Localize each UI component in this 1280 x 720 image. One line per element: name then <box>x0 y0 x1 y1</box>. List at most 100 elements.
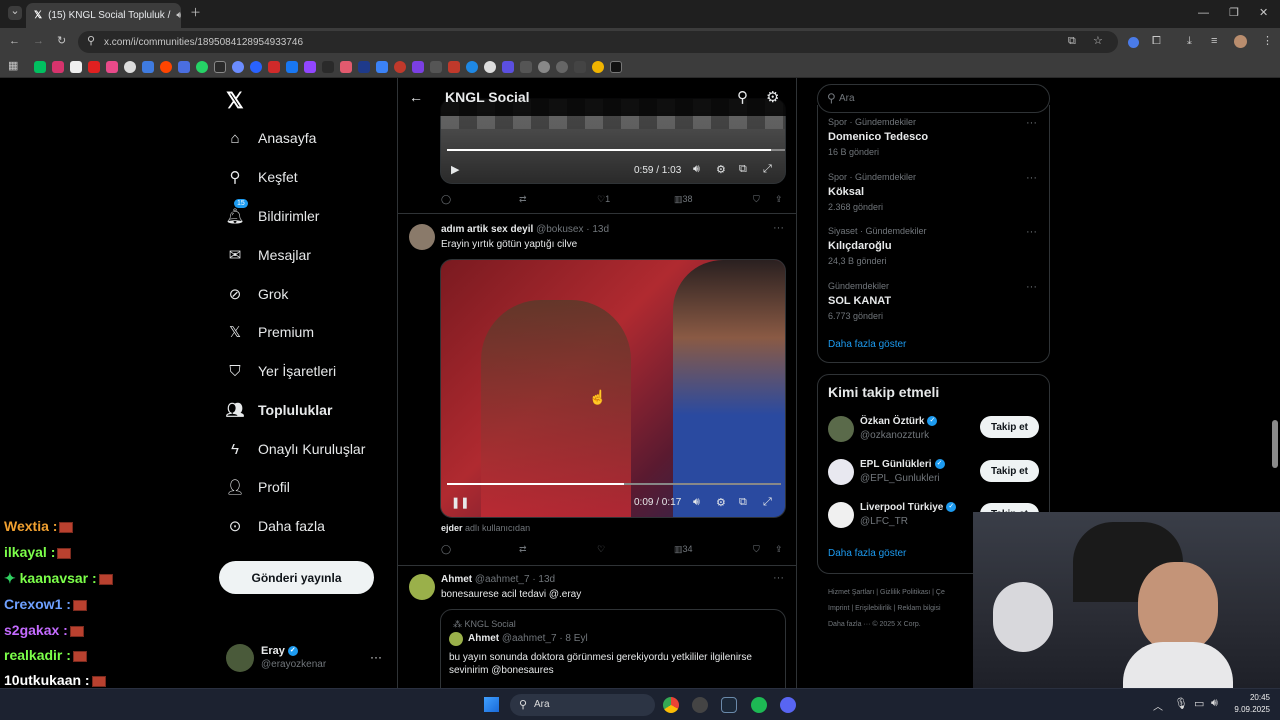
bookmark-site-icon[interactable] <box>412 60 424 73</box>
play-icon[interactable]: ▶ <box>451 163 459 176</box>
repost-icon[interactable]: ⇄ <box>519 194 527 205</box>
tab-search-icon[interactable]: ⌄ <box>8 6 22 20</box>
bookmark-outlook-icon[interactable] <box>142 60 154 73</box>
reload-icon[interactable]: ↻ <box>57 36 66 47</box>
bookmark-facebook-icon[interactable] <box>286 60 298 73</box>
nav-premium[interactable]: 𝕏 Premium <box>226 318 314 346</box>
site-info-icon[interactable]: ⚲ <box>87 36 95 47</box>
profile-avatar-icon[interactable] <box>1234 35 1247 48</box>
nav-communities[interactable]: 👥︎ Topluluklar <box>225 396 332 424</box>
follow-button[interactable]: Takip et <box>980 460 1039 482</box>
reply-icon[interactable]: ◯ <box>441 194 451 205</box>
bookmark-star-icon[interactable]: ☆ <box>1093 36 1103 47</box>
footer-link[interactable]: Reklam bilgisi <box>897 605 940 612</box>
bookmark-site-icon[interactable] <box>574 60 586 73</box>
pip-icon[interactable]: ⧉ <box>739 163 747 176</box>
bookmark-site-icon[interactable] <box>466 60 478 73</box>
nav-more[interactable]: ⊙ Daha fazla <box>226 512 325 540</box>
trend-item[interactable]: Spor · Gündemdekiler Köksal 2.368 gönder… <box>828 172 916 212</box>
repost-icon[interactable]: ⇄ <box>519 544 527 555</box>
bookmark-icon[interactable]: ⛉ <box>753 194 760 205</box>
fullscreen-icon[interactable]: ⤢ <box>763 496 772 509</box>
bookmark-site-icon[interactable] <box>376 60 388 73</box>
follow-suggestion[interactable]: EPL Günlükleri ✓ @EPL_Gunlukleri <box>860 459 945 484</box>
footer-link[interactable]: Hizmet Şartları <box>828 589 874 596</box>
post-author[interactable]: adım artik sex deyil <box>441 224 533 235</box>
bookmark-site-icon[interactable] <box>340 60 352 73</box>
account-switcher[interactable]: Eray ✓ @erayozkenar <box>261 645 326 670</box>
trend-item[interactable]: Gündemdekiler SOL KANAT 6.773 gönderi <box>828 281 891 321</box>
minimize-icon[interactable]: — <box>1198 8 1209 19</box>
trend-more-icon[interactable]: ··· <box>1026 172 1037 184</box>
window-close-icon[interactable]: ✕ <box>1259 8 1268 19</box>
views-button[interactable]: ▥ 34 <box>674 544 693 555</box>
bookmark-twitch-icon[interactable] <box>304 60 316 73</box>
follow-suggestion[interactable]: Liverpool Türkiye ✓ @LFC_TR <box>860 502 957 527</box>
avatar[interactable] <box>828 459 854 485</box>
video-attribution[interactable]: ejder adlı kullanıcıdan <box>441 523 530 533</box>
pip-icon[interactable]: ⧉ <box>739 496 747 509</box>
chrome-menu-icon[interactable]: ⋮ <box>1262 36 1273 47</box>
footer-link[interactable]: Gizlilik Politikası <box>880 589 930 596</box>
nav-explore[interactable]: ⚲ Keşfet <box>226 163 298 191</box>
nav-bookmarks[interactable]: ⛉ Yer İşaretleri <box>226 357 336 385</box>
share-icon[interactable]: ⇪ <box>775 544 783 555</box>
post-button[interactable]: Gönderi yayınla <box>219 561 374 594</box>
bookmark-site-icon[interactable] <box>502 60 514 73</box>
post-more-icon[interactable]: ··· <box>773 572 784 584</box>
bookmark-site-icon[interactable] <box>448 60 460 73</box>
gear-icon[interactable]: ⚙ <box>766 88 779 106</box>
media-icon[interactable]: ≡ <box>1211 36 1217 47</box>
avatar[interactable] <box>409 224 435 250</box>
show-more-link[interactable]: Daha fazla göster <box>828 548 906 559</box>
bookmark-reddit-icon[interactable] <box>160 60 172 73</box>
trend-item[interactable]: Siyaset · Gündemdekiler Kılıçdaroğlu 24,… <box>828 226 927 266</box>
network-icon[interactable]: ▭ <box>1194 697 1204 710</box>
share-icon[interactable]: ⇪ <box>775 194 783 205</box>
post-handle[interactable]: @bokusex <box>536 224 583 235</box>
post-author[interactable]: Ahmet <box>441 574 472 585</box>
bookmark-site-icon[interactable] <box>556 60 568 73</box>
windows-start-icon[interactable] <box>484 697 499 712</box>
bookmark-x-icon[interactable] <box>70 60 82 73</box>
reply-icon[interactable]: ◯ <box>441 544 451 555</box>
trend-more-icon[interactable]: ··· <box>1026 226 1037 238</box>
back-arrow-icon[interactable]: ← <box>409 89 423 105</box>
browser-tab[interactable]: 𝕏 (15) KNGL Social Topluluk / 🔊︎ ✕ <box>26 3 181 28</box>
post-more-icon[interactable]: ··· <box>773 222 784 234</box>
nav-profile[interactable]: 👤︎ Profil <box>225 473 289 501</box>
post-handle[interactable]: @aahmet_7 <box>475 574 530 585</box>
avatar[interactable] <box>409 574 435 600</box>
volume-icon[interactable]: 🔊︎ <box>693 496 700 509</box>
microphone-icon[interactable]: 🎙︎ <box>1174 697 1188 710</box>
extensions-puzzle-icon[interactable]: ⧠ <box>1152 36 1161 47</box>
bookmark-site-icon[interactable] <box>232 60 244 73</box>
bookmark-youtube-icon[interactable] <box>88 60 100 73</box>
follow-button[interactable]: Takip et <box>980 416 1039 438</box>
tray-chevron-icon[interactable]: ︿ <box>1153 698 1163 713</box>
install-icon[interactable]: ⧉ <box>1068 36 1076 47</box>
footer-link[interactable]: Daha fazla ··· <box>828 621 870 628</box>
video-progress-track[interactable] <box>447 149 785 151</box>
app-icon[interactable] <box>692 697 708 713</box>
avatar[interactable] <box>226 644 254 672</box>
chrome-app-icon[interactable] <box>663 697 679 713</box>
bookmark-site-icon[interactable] <box>268 60 280 73</box>
bookmark-site-icon[interactable] <box>610 60 622 73</box>
bookmark-steam-icon[interactable] <box>214 60 226 73</box>
trend-more-icon[interactable]: ··· <box>1026 117 1037 129</box>
like-icon[interactable]: ♡ <box>597 544 605 555</box>
bookmark-kick-icon[interactable] <box>34 60 46 73</box>
post-age[interactable]: · 13d <box>532 574 555 585</box>
page-scrollbar[interactable] <box>1272 420 1278 468</box>
volume-icon[interactable]: 🔊︎ <box>693 163 700 176</box>
fullscreen-icon[interactable]: ⤢ <box>763 163 772 176</box>
bookmark-icon[interactable]: ⛉ <box>753 544 760 555</box>
tab-audio-icon[interactable]: 🔊︎ <box>176 10 181 21</box>
nav-grok[interactable]: ⊘ Grok <box>226 280 289 308</box>
show-more-link[interactable]: Daha fazla göster <box>828 339 906 350</box>
pause-icon[interactable]: ❚❚ <box>451 496 469 509</box>
bookmark-google-icon[interactable] <box>124 60 136 73</box>
bookmark-instagram-icon[interactable] <box>52 60 64 73</box>
footer-link[interactable]: Imprint <box>828 605 849 612</box>
